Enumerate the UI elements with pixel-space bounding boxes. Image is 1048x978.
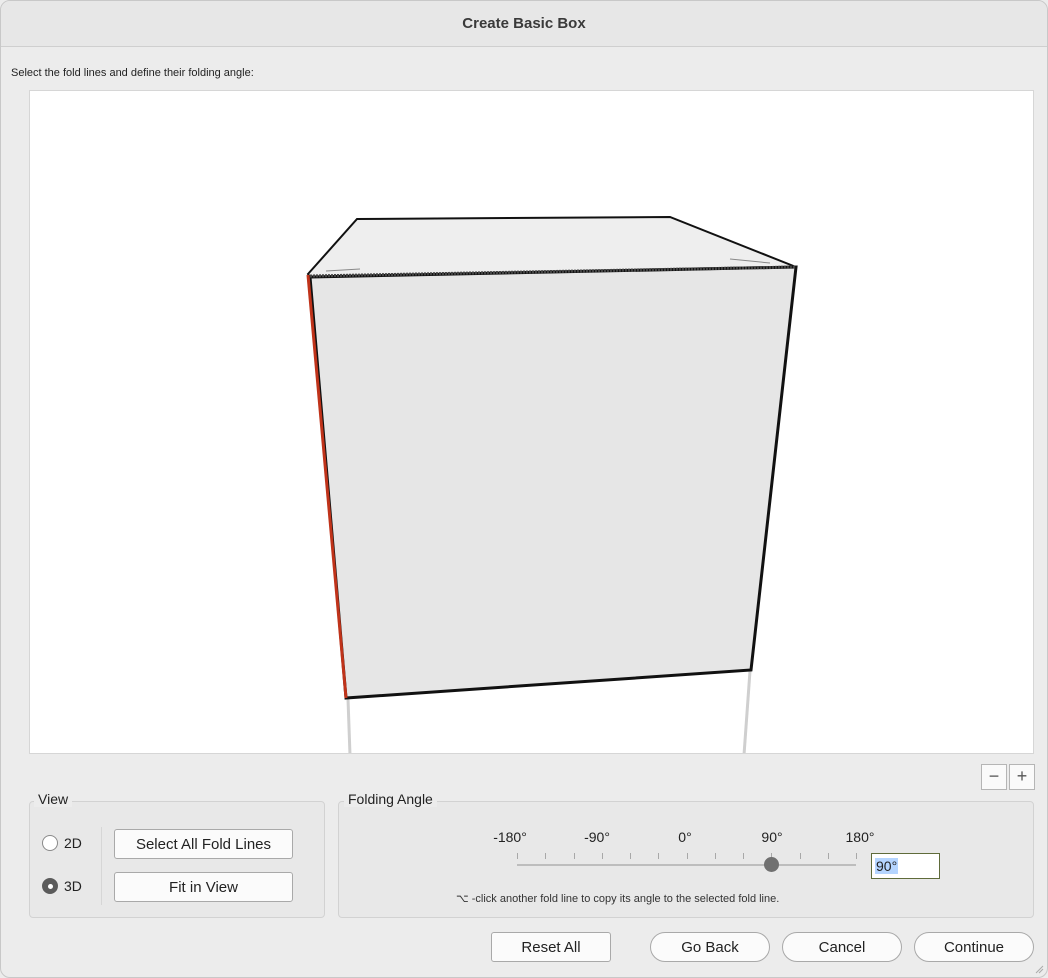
- angle-value-field[interactable]: 90°: [871, 853, 940, 879]
- slider-tick: [743, 853, 744, 859]
- resize-grip-icon[interactable]: [1034, 964, 1044, 974]
- slider-tick: [799, 853, 801, 859]
- radio-2d[interactable]: 2D: [42, 835, 82, 851]
- angle-slider-track[interactable]: [517, 864, 856, 866]
- zoom-in-button[interactable]: +: [1009, 764, 1035, 790]
- slider-tick: [517, 853, 518, 859]
- slider-tick: [827, 853, 829, 859]
- go-back-button[interactable]: Go Back: [650, 932, 770, 962]
- view-group-legend: View: [34, 791, 73, 807]
- slider-tick: [601, 853, 603, 859]
- cancel-button[interactable]: Cancel: [782, 932, 902, 962]
- folding-angle-legend: Folding Angle: [344, 791, 437, 807]
- instruction-text: Select the fold lines and define their f…: [11, 67, 254, 79]
- slider-tick: [686, 853, 688, 859]
- box-3d-viewport[interactable]: [29, 90, 1034, 754]
- copy-angle-hint: ⌥ -click another fold line to copy its a…: [456, 893, 780, 905]
- tick-label-0: 0°: [678, 829, 692, 845]
- slider-tick: [545, 853, 547, 859]
- slider-tick: [714, 853, 716, 859]
- box-3d-drawing: [306, 215, 798, 753]
- tick-label-minus-90: -90°: [584, 829, 610, 845]
- reflection-edge-left: [346, 698, 352, 753]
- radio-3d-label: 3D: [64, 878, 82, 894]
- tick-label-90: 90°: [761, 829, 783, 845]
- reflection-edge-right: [742, 670, 752, 753]
- angle-value-text: 90°: [875, 858, 899, 874]
- select-all-fold-lines-button[interactable]: Select All Fold Lines: [114, 829, 293, 859]
- fit-in-view-button[interactable]: Fit in View: [114, 872, 293, 902]
- radio-2d-label: 2D: [64, 835, 82, 851]
- slider-tick: [658, 853, 660, 859]
- slider-tick: [630, 853, 631, 859]
- zoom-controls: − +: [981, 764, 1035, 790]
- view-divider: [101, 827, 102, 905]
- dialog-title: Create Basic Box: [462, 15, 586, 32]
- reset-all-button[interactable]: Reset All: [491, 932, 611, 962]
- box-front-face[interactable]: [308, 265, 798, 700]
- dialog-window: Create Basic Box Select the fold lines a…: [0, 0, 1048, 978]
- slider-tick: [856, 853, 857, 859]
- radio-3d-indicator: [42, 878, 58, 894]
- tick-label-minus-180: -180°: [493, 829, 527, 845]
- radio-2d-indicator: [42, 835, 58, 851]
- continue-button[interactable]: Continue: [914, 932, 1034, 962]
- radio-3d[interactable]: 3D: [42, 878, 82, 894]
- zoom-out-button[interactable]: −: [981, 764, 1007, 790]
- title-bar: Create Basic Box: [1, 1, 1047, 47]
- slider-tick: [573, 853, 575, 859]
- tick-label-180: 180°: [845, 829, 875, 845]
